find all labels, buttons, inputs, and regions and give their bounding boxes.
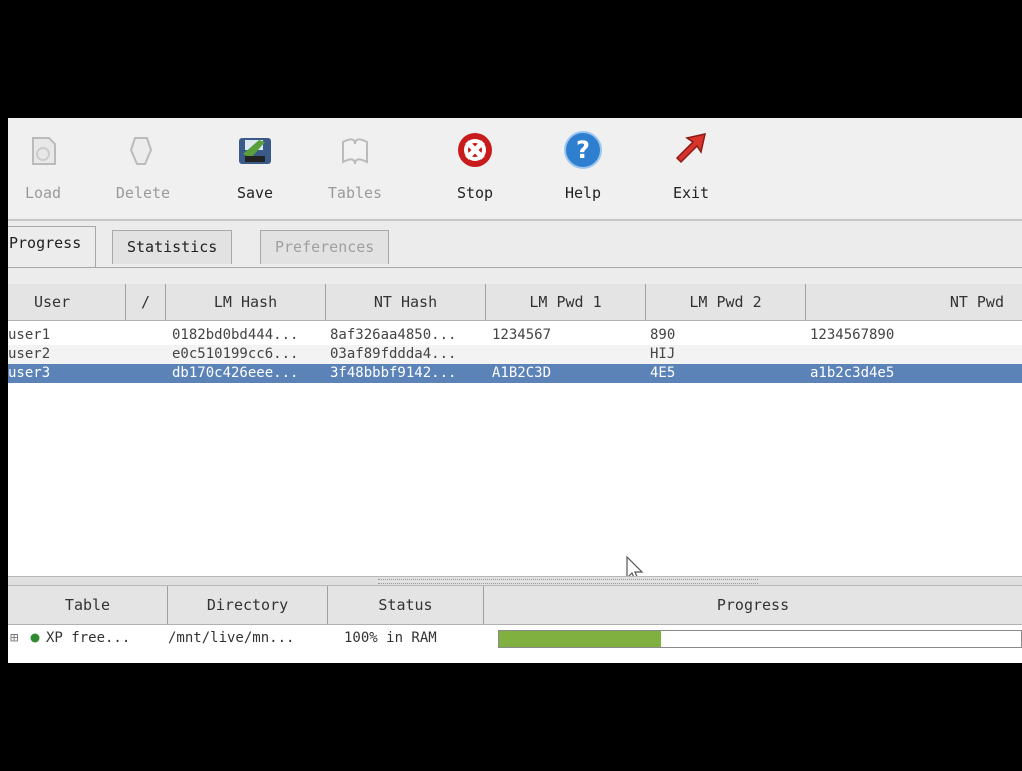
column-header-directory[interactable]: Directory [168,586,328,624]
toolbar-separator [8,219,1022,221]
table-row[interactable]: ⊞ XP free... /mnt/live/mn... 100% in RAM [8,626,1022,650]
pane-splitter[interactable] [8,576,1022,586]
exit-label: Exit [672,184,710,202]
column-header-status[interactable]: Status [328,586,484,624]
stop-icon [453,128,497,172]
expand-icon[interactable]: ⊞ [10,626,18,650]
tables-list: Table Directory Status Progress ⊞ XP fre… [8,586,1022,663]
cell-lm-hash: 0182bd0bd444... [172,327,299,343]
cell-lm-pwd-1: 1234567 [492,327,552,343]
help-icon: ? [561,128,605,172]
cell-lm-pwd-2: 890 [650,327,676,343]
tables-list-header: Table Directory Status Progress [8,586,1022,625]
stop-label: Stop [456,184,494,202]
column-header-lm-pwd-1[interactable]: LM Pwd 1 [486,284,646,320]
cell-user: user1 [8,327,51,343]
splitter-grip[interactable] [378,579,758,584]
cell-nt-pwd: 1234567890 [810,327,895,343]
tables-button[interactable]: Tables [320,128,390,212]
table-row-selected[interactable]: user3 db170c426eee... 3f48bbbf9142... A1… [8,364,1022,383]
cell-user: user3 [8,365,51,381]
cell-nt-hash: 8af326aa4850... [330,327,457,343]
svg-text:?: ? [576,136,590,164]
cell-nt-hash: 3f48bbbf9142... [330,365,457,381]
hash-table-header: User / LM Hash NT Hash LM Pwd 1 LM Pwd 2… [8,284,1022,321]
column-header-lm-hash[interactable]: LM Hash [166,284,326,320]
cell-nt-pwd: a1b2c3d4e5 [810,365,895,381]
column-header-user[interactable]: User [8,284,126,320]
exit-icon [669,128,713,172]
cell-lm-hash: db170c426eee... [172,365,299,381]
column-header-table[interactable]: Table [8,586,168,624]
column-header-nt-pwd[interactable]: NT Pwd [806,284,1022,320]
load-label: Load [24,184,62,202]
help-label: Help [564,184,602,202]
cell-nt-hash: 03af89fddda4... [330,346,457,362]
column-header-progress[interactable]: Progress [484,586,1022,624]
help-button[interactable]: ? Help [548,128,618,212]
delete-button[interactable]: Delete [108,128,178,212]
cell-lm-pwd-2: 4E5 [650,365,676,381]
column-header-nt-hash[interactable]: NT Hash [326,284,486,320]
cell-lm-hash: e0c510199cc6... [172,346,299,362]
tables-label: Tables [327,184,383,202]
progress-bar-fill [499,631,661,647]
save-icon [233,128,277,172]
tab-bar: Progress Statistics Preferences [8,224,1022,268]
status-dot-icon [30,626,40,650]
table-row[interactable]: user1 0182bd0bd444... 8af326aa4850... 12… [8,326,1022,345]
tab-divider [8,267,1022,268]
cell-lm-pwd-2: HIJ [650,346,676,362]
save-button[interactable]: Save [220,128,290,212]
save-label: Save [236,184,274,202]
table-row[interactable]: user2 e0c510199cc6... 03af89fddda4... HI… [8,345,1022,364]
column-header-lm-pwd-2[interactable]: LM Pwd 2 [646,284,806,320]
tab-statistics[interactable]: Statistics [112,230,233,264]
delete-icon [121,128,165,172]
cell-directory: /mnt/live/mn... [168,630,295,646]
hash-table: User / LM Hash NT Hash LM Pwd 1 LM Pwd 2… [8,284,1022,583]
cell-status: 100% in RAM [344,630,437,646]
tab-preferences[interactable]: Preferences [260,230,390,264]
cell-lm-pwd-1: A1B2C3D [492,365,552,381]
stop-button[interactable]: Stop [440,128,510,212]
ophcrack-window: Load Delete Save Tables Stop ? Help Exit… [8,118,1022,663]
exit-button[interactable]: Exit [656,128,726,212]
tables-icon [333,128,377,172]
progress-bar [498,630,1022,648]
cell-table-name: XP free... [46,630,131,646]
load-button[interactable]: Load [8,128,78,212]
delete-label: Delete [115,184,171,202]
toolbar: Load Delete Save Tables Stop ? Help Exit [8,118,1022,218]
load-icon [21,128,65,172]
tab-progress[interactable]: Progress [8,226,97,267]
cell-user: user2 [8,346,51,362]
sort-indicator[interactable]: / [126,284,166,320]
